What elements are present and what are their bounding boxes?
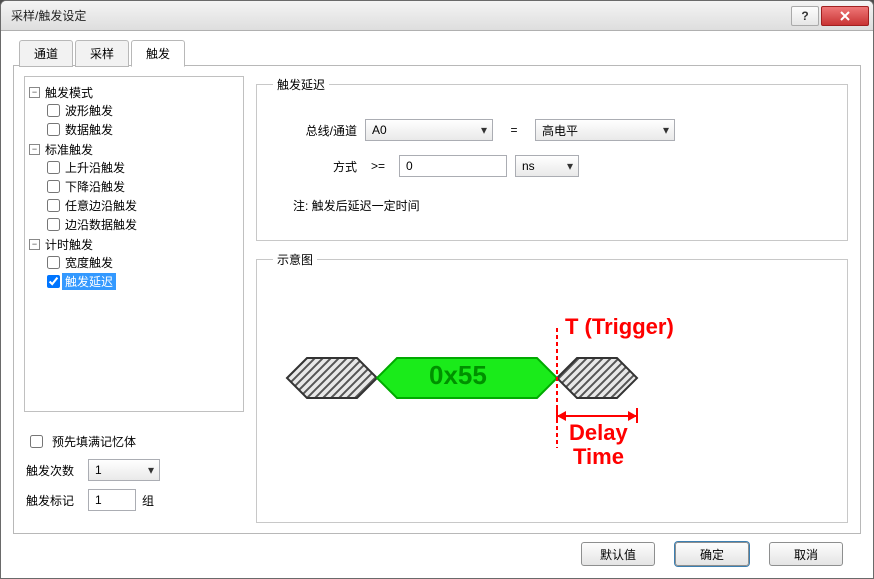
cb-any-edge[interactable] <box>47 199 60 212</box>
trigger-mark-unit: 组 <box>142 492 154 509</box>
mode-label: 方式 <box>273 158 357 175</box>
trigger-mark-input[interactable] <box>88 489 136 511</box>
trigger-mark-label: 触发标记 <box>26 492 82 509</box>
close-icon <box>839 11 851 21</box>
level-select[interactable]: 高电平 <box>535 119 675 141</box>
tree-item-label-selected[interactable]: 触发延迟 <box>62 273 116 290</box>
cb-data-trigger[interactable] <box>47 123 60 136</box>
diagram-data-label: 0x55 <box>429 360 487 391</box>
cb-edge-data[interactable] <box>47 218 60 231</box>
tree-node-standard[interactable]: 标准触发 <box>42 141 96 158</box>
tab-trigger[interactable]: 触发 <box>131 40 185 67</box>
default-button[interactable]: 默认值 <box>581 542 655 566</box>
diagram-group: 示意图 <box>256 251 848 523</box>
tab-channel[interactable]: 通道 <box>19 40 73 67</box>
tree-toggle-mode[interactable]: − <box>29 87 40 98</box>
trigger-count-value: 1 <box>95 463 102 477</box>
cb-width-trigger[interactable] <box>47 256 60 269</box>
tree-item-label[interactable]: 下降沿触发 <box>62 178 128 195</box>
settings-legend: 触发延迟 <box>273 76 329 93</box>
tree-node-timing[interactable]: 计时触发 <box>42 236 96 253</box>
tree-item-label[interactable]: 任意边沿触发 <box>62 197 140 214</box>
cb-prefill-memory[interactable] <box>30 435 43 448</box>
level-select-value: 高电平 <box>542 122 578 139</box>
cb-trigger-delay[interactable] <box>47 275 60 288</box>
prefill-label: 预先填满记忆体 <box>52 433 136 450</box>
settings-group: 触发延迟 总线/通道 A0 = 高电平 方式 >= <box>256 76 848 241</box>
left-column: − 触发模式 波形触发 数据触发 <box>24 76 244 523</box>
right-column: 触发延迟 总线/通道 A0 = 高电平 方式 >= <box>254 76 850 523</box>
tree-toggle-timing[interactable]: − <box>29 239 40 250</box>
dialog-buttons: 默认值 确定 取消 <box>13 534 861 566</box>
diagram-delay-label-1: Delay <box>569 420 628 446</box>
trigger-tree: − 触发模式 波形触发 数据触发 <box>24 76 244 412</box>
tree-item-label[interactable]: 宽度触发 <box>62 254 116 271</box>
tree-item-label[interactable]: 数据触发 <box>62 121 116 138</box>
ok-button[interactable]: 确定 <box>675 542 749 566</box>
trigger-count-select[interactable]: 1 <box>88 459 160 481</box>
tree-item-label[interactable]: 边沿数据触发 <box>62 216 140 233</box>
close-button[interactable] <box>821 6 869 26</box>
bus-select-value: A0 <box>372 123 387 137</box>
tree-toggle-standard[interactable]: − <box>29 144 40 155</box>
window-title: 采样/触发设定 <box>11 7 789 24</box>
cb-rising-edge[interactable] <box>47 161 60 174</box>
mode-value-input[interactable] <box>399 155 507 177</box>
bus-channel-label: 总线/通道 <box>273 122 357 139</box>
tab-bar: 通道 采样 触发 <box>13 39 861 66</box>
tab-panel-trigger: − 触发模式 波形触发 数据触发 <box>13 65 861 534</box>
diagram-legend: 示意图 <box>273 251 317 268</box>
mode-unit-select[interactable]: ns <box>515 155 579 177</box>
cb-falling-edge[interactable] <box>47 180 60 193</box>
tree-item-label[interactable]: 波形触发 <box>62 102 116 119</box>
diagram-delay-label-2: Time <box>573 444 624 470</box>
tree-item-label[interactable]: 上升沿触发 <box>62 159 128 176</box>
diagram-svg <box>277 308 797 478</box>
trigger-count-label: 触发次数 <box>26 462 82 479</box>
mode-unit-value: ns <box>522 159 535 173</box>
content-area: 通道 采样 触发 − 触发模式 <box>1 31 873 578</box>
settings-note: 注: 触发后延迟一定时间 <box>273 197 420 214</box>
help-button[interactable]: ? <box>791 6 819 26</box>
tab-sample[interactable]: 采样 <box>75 40 129 67</box>
cb-waveform-trigger[interactable] <box>47 104 60 117</box>
titlebar: 采样/触发设定 ? <box>1 1 873 31</box>
mode-operator: >= <box>365 159 391 173</box>
equals-label: = <box>501 123 527 137</box>
diagram-canvas: T (Trigger) 0x55 Delay Time <box>277 308 797 478</box>
cancel-button[interactable]: 取消 <box>769 542 843 566</box>
bus-select[interactable]: A0 <box>365 119 493 141</box>
diagram-trigger-label: T (Trigger) <box>565 314 674 340</box>
dialog-window: 采样/触发设定 ? 通道 采样 触发 − 触发模式 <box>0 0 874 579</box>
left-options: 预先填满记忆体 触发次数 1 触发标记 组 <box>24 420 244 523</box>
tree-node-mode[interactable]: 触发模式 <box>42 84 96 101</box>
